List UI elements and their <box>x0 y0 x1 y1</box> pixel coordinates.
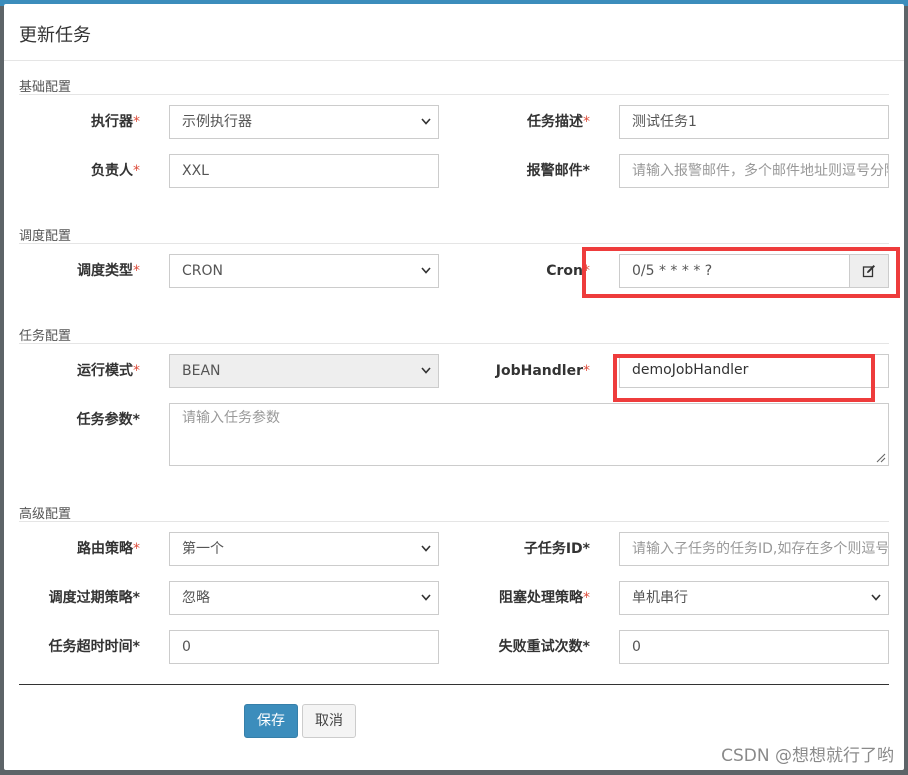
chevron-down-icon <box>871 594 881 601</box>
child-job-id-label: 子任务ID* <box>523 541 590 557</box>
section-schedule-title: 调度配置 <box>19 229 72 244</box>
job-desc-input[interactable]: 测试任务1 <box>619 105 889 139</box>
section-task-title: 任务配置 <box>19 329 72 344</box>
glue-type-label: 运行模式* <box>77 363 140 379</box>
job-desc-label: 任务描述* <box>527 114 590 130</box>
job-handler-highlight-box <box>613 354 875 402</box>
executor-label: 执行器* <box>91 114 140 130</box>
section-advanced-title: 高级配置 <box>19 507 72 522</box>
timeout-input[interactable]: 0 <box>169 630 439 664</box>
chevron-down-icon <box>421 367 431 374</box>
route-strategy-label: 路由策略* <box>77 541 140 557</box>
alarm-email-label: 报警邮件* <box>526 163 590 179</box>
child-job-id-input[interactable]: 请输入子任务的任务ID,如存在多个则逗号分隔 <box>619 532 889 566</box>
timeout-label: 任务超时时间* <box>48 639 140 655</box>
job-param-textarea[interactable]: 请输入任务参数 <box>169 403 889 466</box>
section-divider <box>19 343 889 344</box>
fail-retry-label: 失败重试次数* <box>498 639 590 655</box>
save-button[interactable]: 保存 <box>244 704 298 738</box>
block-strategy-label: 阻塞处理策略* <box>499 590 590 606</box>
author-input[interactable]: XXL <box>169 154 439 188</box>
section-divider <box>19 521 889 522</box>
author-label: 负责人* <box>91 163 140 179</box>
cron-label: Cron* <box>546 263 590 279</box>
section-divider <box>19 243 889 244</box>
fail-retry-input[interactable]: 0 <box>619 630 889 664</box>
header-divider <box>4 60 904 61</box>
section-divider <box>19 94 889 95</box>
job-param-label: 任务参数* <box>76 412 140 428</box>
update-task-dialog: 更新任务 基础配置 执行器* 示例执行器 任务描述* 测试任务1 负责人* XX… <box>4 4 904 770</box>
cancel-button[interactable]: 取消 <box>302 704 356 738</box>
executor-select[interactable]: 示例执行器 <box>169 105 439 139</box>
glue-type-select: BEAN <box>169 354 439 388</box>
chevron-down-icon <box>421 545 431 552</box>
section-basic-title: 基础配置 <box>19 80 72 95</box>
chevron-down-icon <box>421 267 431 274</box>
watermark-text: CSDN @想想就行了哟 <box>721 746 894 766</box>
alarm-email-input[interactable]: 请输入报警邮件，多个邮件地址则逗号分隔 <box>619 154 889 188</box>
schedule-type-select[interactable]: CRON <box>169 254 439 288</box>
dialog-title: 更新任务 <box>19 25 91 46</box>
chevron-down-icon <box>421 594 431 601</box>
footer-divider <box>19 684 889 685</box>
chevron-down-icon <box>421 118 431 125</box>
job-handler-label: JobHandler* <box>495 363 590 379</box>
misfire-strategy-select[interactable]: 忽略 <box>169 581 439 615</box>
schedule-type-label: 调度类型* <box>77 263 140 279</box>
cron-highlight-box <box>582 247 900 298</box>
block-strategy-select[interactable]: 单机串行 <box>619 581 889 615</box>
route-strategy-select[interactable]: 第一个 <box>169 532 439 566</box>
resize-handle-icon[interactable] <box>874 451 886 463</box>
misfire-strategy-label: 调度过期策略* <box>48 590 140 606</box>
